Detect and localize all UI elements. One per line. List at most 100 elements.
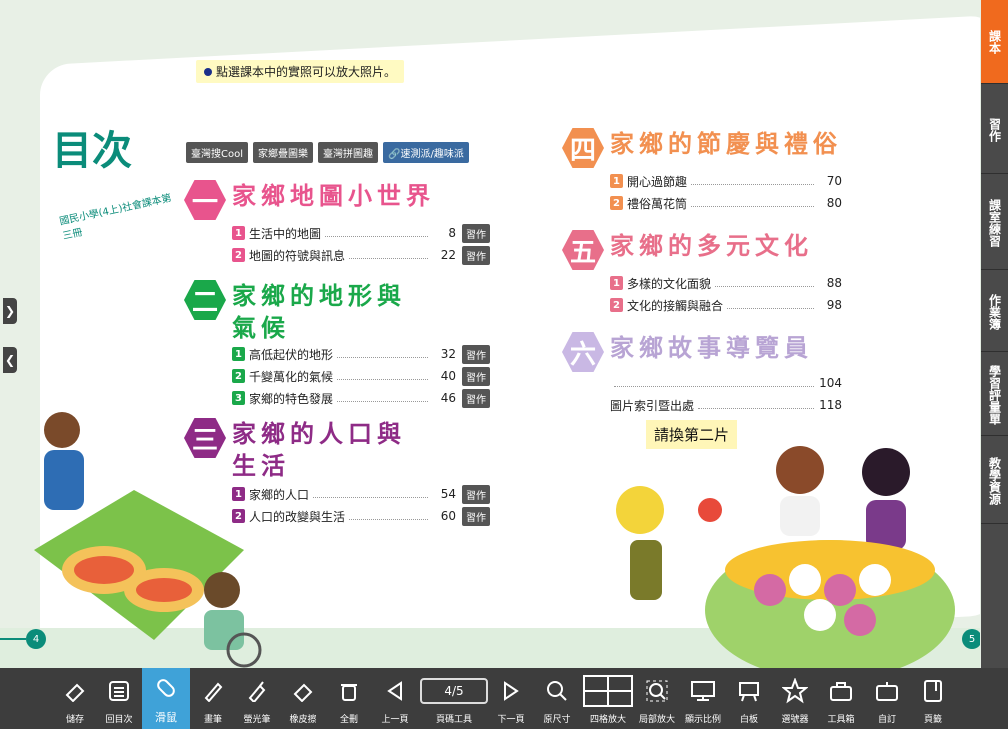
unit-4-heading[interactable]: 四 家鄉的節慶與禮俗 (562, 128, 842, 168)
lesson-name: 生活中的地圖 (249, 226, 322, 241)
eraser-icon (288, 676, 318, 706)
lesson-number: 1 (610, 276, 623, 290)
custom-button[interactable]: 自訂 (866, 668, 908, 729)
leader-dots (349, 512, 428, 520)
workbook-button[interactable]: 習作 (462, 388, 490, 408)
unit-5-number: 五 (562, 230, 604, 270)
lesson-page: 80 (826, 196, 842, 210)
star-icon (780, 676, 810, 706)
unit-2-number: 二 (184, 280, 226, 320)
workbook-button[interactable]: 習作 (462, 344, 490, 364)
highlighter-button[interactable]: 螢光筆 (236, 668, 278, 729)
local-zoom-button[interactable]: 局部放大 (636, 668, 678, 729)
photo-tip-text: 點選課本中的實照可以放大照片。 (216, 65, 397, 79)
list-icon (104, 676, 134, 706)
rice-dumpling-illustration (34, 412, 262, 668)
toolbox-button[interactable]: 工具箱 (820, 668, 862, 729)
picture-index-page: 118 (819, 398, 842, 412)
lesson-page: 40 (440, 369, 456, 383)
tab-homework[interactable]: 作業簿 (981, 272, 1008, 352)
workbook-button[interactable]: 習作 (462, 223, 490, 243)
four-grid-zoom-button[interactable]: 四格放大 (582, 668, 634, 729)
tab-class-practice[interactable]: 課室練習 (981, 176, 1008, 270)
lesson-2-2[interactable]: 2 千變萬化的氣候 40 習作 (232, 365, 490, 387)
leader-dots (691, 177, 814, 185)
lesson-page: 88 (826, 276, 842, 290)
next-page-button[interactable]: 下一頁 (490, 668, 532, 729)
tab-assessment[interactable]: 學習評量單 (981, 354, 1008, 436)
tool-label: 白板 (739, 715, 758, 725)
lesson-1-1[interactable]: 1 生活中的地圖 8 習作 (232, 222, 490, 244)
tool-label: 全刪 (339, 715, 358, 725)
eraser-button[interactable]: 橡皮擦 (282, 668, 324, 729)
lesson-name: 多樣的文化面貌 (627, 276, 712, 291)
lesson-5-2[interactable]: 2 文化的接觸與融合 98 (610, 294, 842, 316)
tab-label: 學習評量單 (987, 364, 1002, 425)
triangle-left-icon (380, 676, 410, 706)
leader-dots (614, 379, 814, 387)
bookmark-button[interactable]: 頁籤 (912, 668, 954, 729)
back-to-contents-button[interactable]: 回目次 (98, 668, 140, 729)
tab-label: 課室練習 (987, 198, 1002, 247)
unit-1-lessons: 1 生活中的地圖 8 習作 2 地圖的符號與訊息 22 習作 (232, 222, 490, 266)
tool-label: 螢光筆 (243, 715, 271, 725)
unit-6-heading[interactable]: 六 家鄉故事導覽員 (562, 332, 813, 372)
unit-6-number: 六 (562, 332, 604, 372)
next-page-arrow[interactable]: ❯ (3, 298, 17, 324)
workbook-button[interactable]: 習作 (462, 245, 490, 265)
pen-button[interactable]: 畫筆 (192, 668, 234, 729)
save-button[interactable]: 儲存 (54, 668, 96, 729)
leader-dots (698, 401, 814, 409)
unit-6-title: 家鄉故事導覽員 (610, 333, 813, 362)
mouse-tool-button[interactable]: 滑鼠 (142, 668, 190, 729)
leader-dots (727, 301, 814, 309)
tool-label: 儲存 (65, 715, 84, 725)
tool-label: 四格放大 (589, 715, 626, 725)
pen-icon (198, 676, 228, 706)
tab-teaching-resources[interactable]: 教學資源 (981, 438, 1008, 524)
lesson-page: 8 (448, 226, 456, 240)
lesson-number: 2 (232, 248, 245, 262)
lesson-name: 禮俗萬花筒 (627, 196, 688, 211)
unit-5-heading[interactable]: 五 家鄉的多元文化 (562, 230, 813, 270)
tool-label: 選號器 (781, 715, 809, 725)
lesson-4-2[interactable]: 2 禮俗萬花筒 80 (610, 192, 842, 214)
lesson-2-1[interactable]: 1 高低起伏的地形 32 習作 (232, 343, 490, 365)
tab-workbook[interactable]: 習作 (981, 86, 1008, 174)
tag-map-overlay[interactable]: 家鄉疊圖樂 (253, 142, 313, 163)
number-picker-button[interactable]: 選號器 (774, 668, 816, 729)
original-size-button[interactable]: 原尺寸 (536, 668, 578, 729)
lesson-number: 2 (610, 196, 623, 210)
lesson-page: 46 (440, 391, 456, 405)
unit-2-title: 家鄉的地形與氣候 (232, 281, 406, 342)
tag-taiwan-puzzle[interactable]: 臺灣拼圖趣 (318, 142, 378, 163)
previous-page-button[interactable]: 上一頁 (374, 668, 416, 729)
monitor-icon (688, 676, 718, 706)
workbook-button[interactable]: 習作 (462, 506, 490, 526)
leader-dots (337, 394, 428, 402)
lesson-1-2[interactable]: 2 地圖的符號與訊息 22 習作 (232, 244, 490, 266)
workbook-button[interactable]: 習作 (462, 484, 490, 504)
lesson-4-1[interactable]: 1 開心過節趣 70 (610, 170, 842, 192)
tab-textbook[interactable]: 課本 (981, 0, 1008, 84)
lesson-number: 1 (232, 226, 245, 240)
leader-dots (691, 199, 814, 207)
page-indicator[interactable]: 4/5 (420, 678, 488, 704)
lesson-5-1[interactable]: 1 多樣的文化面貌 88 (610, 272, 842, 294)
prev-page-arrow[interactable]: ❮ (3, 347, 17, 373)
page-indicator-text: 4/5 (444, 684, 464, 698)
tag-taiwan-search[interactable]: 臺灣搜Cool (186, 142, 248, 163)
unit-2-heading[interactable]: 二 家鄉的地形與氣候 (184, 280, 412, 344)
workbook-button[interactable]: 習作 (462, 366, 490, 386)
delete-all-button[interactable]: 全刪 (328, 668, 370, 729)
tag-quiz[interactable]: 🔗速測派/趣味派 (383, 142, 469, 163)
picture-index-row[interactable]: 圖片索引暨出處 118 (610, 394, 842, 416)
leader-dots (337, 350, 428, 358)
lesson-name: 高低起伏的地形 (249, 347, 334, 362)
display-ratio-button[interactable]: 顯示比例 (680, 668, 726, 729)
whiteboard-button[interactable]: 白板 (728, 668, 770, 729)
unit-1-heading[interactable]: 一 家鄉地圖小世界 (184, 180, 435, 220)
tool-label: 回目次 (105, 715, 133, 725)
unit-6-page-row[interactable]: 104 (610, 372, 842, 394)
tool-label: 上一頁 (381, 715, 409, 725)
